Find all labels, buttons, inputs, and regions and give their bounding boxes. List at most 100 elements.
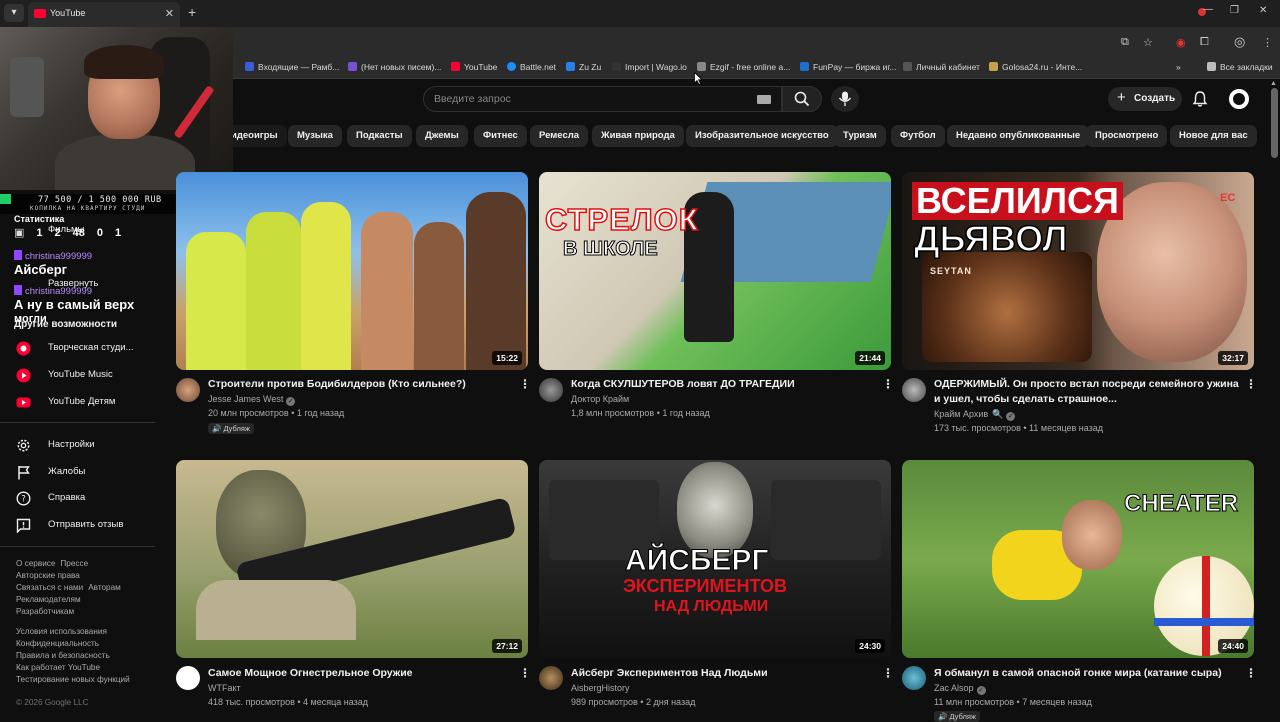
notifications-bell-icon[interactable] (1191, 90, 1209, 108)
window-close-icon[interactable]: ✕ (1259, 5, 1267, 16)
create-button[interactable]: + Создать (1108, 87, 1182, 111)
search-input[interactable]: Введите запрос (423, 86, 782, 112)
search-button[interactable] (782, 86, 822, 112)
chip-tourism[interactable]: Туризм (834, 125, 886, 147)
install-app-icon[interactable]: ⧉ (1121, 36, 1129, 49)
sidebar-item-label: Творческая студи... (48, 342, 134, 353)
bookmark-item[interactable]: Golosa24.ru - Инте... (989, 62, 1082, 72)
minimize-button[interactable]: — (1203, 4, 1213, 15)
sidebar-item-label: Жалобы (48, 466, 86, 477)
footer-link[interactable]: Разработчикам (16, 607, 74, 616)
account-avatar[interactable] (1229, 89, 1249, 109)
video-menu-icon[interactable]: ⋮ (1245, 378, 1257, 390)
chip-fitness[interactable]: Фитнес (474, 125, 527, 147)
video-menu-icon[interactable]: ⋮ (1245, 667, 1257, 679)
bookmark-item[interactable]: Входящие — Рамб... (245, 62, 339, 72)
extensions-puzzle-icon[interactable]: ⧠ (1200, 36, 1209, 49)
video-menu-icon[interactable]: ⋮ (519, 667, 531, 679)
twitch-badge-icon (14, 250, 22, 260)
video-menu-icon[interactable]: ⋮ (519, 378, 531, 390)
video-title[interactable]: Айсберг Экспериментов Над Людьми (571, 666, 871, 681)
video-thumbnail[interactable]: ВСЕЛИЛСЯ ДЬЯВОЛ SEYTAN EC 32:17 (902, 172, 1254, 370)
channel-name[interactable]: Zac Alsop ✓ (934, 683, 986, 695)
chip-wildlife[interactable]: Живая природа (592, 125, 684, 147)
footer-link[interactable]: Связаться с нами (16, 583, 83, 592)
channel-avatar[interactable] (539, 378, 563, 402)
video-title[interactable]: Я обманул в самой опасной гонке мира (ка… (934, 666, 1234, 681)
tab-list-button[interactable]: ▾ (4, 4, 24, 22)
footer-link[interactable]: Правила и безопасность (16, 651, 110, 660)
sidebar-divider (0, 422, 155, 423)
footer-link[interactable]: Как работает YouTube (16, 663, 100, 672)
scroll-up-icon[interactable]: ▲ (1270, 80, 1277, 87)
video-thumbnail[interactable]: СТРЕЛОК В ШКОЛЕ 21:44 (539, 172, 891, 370)
footer-link[interactable]: Авторам (88, 583, 121, 592)
channel-avatar[interactable] (902, 666, 926, 690)
chip-crafts[interactable]: Ремесла (530, 125, 589, 147)
footer-link[interactable]: Тестирование новых функций (16, 675, 130, 684)
bookmark-item[interactable]: (Нет новых писем)... (348, 62, 441, 72)
bookmark-item[interactable]: Ezgif - free online a... (697, 62, 790, 72)
chip-fine-arts[interactable]: Изобразительное искусство (686, 125, 838, 147)
bookmark-item[interactable]: Zu Zu (566, 62, 601, 72)
chip-new-for-you[interactable]: Новое для вас (1170, 125, 1257, 147)
new-tab-icon[interactable]: + (188, 4, 196, 20)
bookmark-item[interactable]: YouTube (451, 62, 497, 72)
video-thumbnail[interactable]: CHEATER 24:40 (902, 460, 1254, 658)
footer-link[interactable]: Рекламодателям (16, 595, 81, 604)
video-title[interactable]: ОДЕРЖИМЫЙ. Он просто встал посреди семей… (934, 377, 1244, 407)
footer-link[interactable]: Авторские права (16, 571, 80, 580)
keyboard-icon[interactable] (757, 95, 771, 104)
video-title[interactable]: Самое Мощное Огнестрельное Оружие (208, 666, 508, 681)
channel-name[interactable]: AisbergHistory (571, 683, 630, 693)
bookmark-item[interactable]: Import | Wago.io (612, 62, 687, 72)
chip-football[interactable]: Футбол (891, 125, 945, 147)
video-menu-icon[interactable]: ⋮ (882, 378, 894, 390)
chip-watched[interactable]: Просмотрено (1086, 125, 1168, 147)
channel-name[interactable]: WTFакт (208, 683, 241, 693)
thumb-caption-small: SEYTAN (930, 266, 972, 276)
bookmark-label: (Нет новых писем)... (361, 62, 442, 72)
restore-icon[interactable]: ❐ (1230, 5, 1239, 16)
browser-menu-icon[interactable]: ⋮ (1262, 36, 1273, 49)
verified-icon: ✓ (976, 686, 986, 695)
browser-tab-youtube[interactable]: YouTube ✕ (28, 2, 180, 27)
bookmark-star-icon[interactable]: ☆ (1143, 36, 1153, 49)
bookmark-label: Golosa24.ru - Инте... (1002, 62, 1083, 72)
all-bookmarks[interactable]: Все закладки (1207, 62, 1273, 72)
channel-avatar[interactable] (902, 378, 926, 402)
channel-name[interactable]: Крайм Архив 🔍 ✓ (934, 409, 1016, 421)
video-thumbnail[interactable]: АЙСБЕРГ ЭКСПЕРИМЕНТОВ НАД ЛЮДЬМИ 24:30 (539, 460, 891, 658)
chip-podcasts[interactable]: Подкасты (347, 125, 412, 147)
bookmark-item[interactable]: FunPay — биржа иг... (800, 62, 897, 72)
video-thumbnail[interactable]: 15:22 (176, 172, 528, 370)
bookmarks-overflow-icon[interactable]: » (1176, 62, 1181, 72)
channel-name[interactable]: Доктор Крайм (571, 394, 629, 404)
chip-music[interactable]: Музыка (288, 125, 342, 147)
channel-name[interactable]: Jesse James West ✓ (208, 394, 296, 406)
footer-link[interactable]: Условия использования (16, 627, 107, 636)
youtube-kids-icon (16, 397, 31, 408)
footer-link[interactable]: О сервисе (16, 559, 55, 568)
channel-avatar[interactable] (176, 378, 200, 402)
video-thumbnail[interactable]: 27:12 (176, 460, 528, 658)
page-scrollbar[interactable] (1271, 88, 1278, 158)
tab-close-icon[interactable]: ✕ (165, 7, 174, 20)
profile-icon[interactable]: ◎ (1234, 34, 1245, 50)
browser-tab-bar: ▾ YouTube ✕ + — ❐ ✕ (0, 0, 1280, 27)
footer-link[interactable]: Конфиденциальность (16, 639, 99, 648)
video-title[interactable]: Строители против Бодибилдеров (Кто сильн… (208, 377, 498, 392)
channel-avatar[interactable] (539, 666, 563, 690)
chip-jams[interactable]: Джемы (416, 125, 468, 147)
bookmark-item[interactable]: Battle.net (507, 62, 556, 72)
footer-link[interactable]: Прессе (60, 559, 88, 568)
thumb-figure (301, 202, 351, 370)
feedback-icon (16, 518, 31, 533)
bookmark-item[interactable]: Личный кабинет (903, 62, 980, 72)
video-title[interactable]: Когда СКУЛШУТЕРОВ ловят ДО ТРАГЕДИИ (571, 377, 871, 392)
video-menu-icon[interactable]: ⋮ (882, 667, 894, 679)
chip-recently-uploaded[interactable]: Недавно опубликованные (947, 125, 1090, 147)
voice-search-button[interactable] (831, 86, 859, 112)
channel-avatar[interactable] (176, 666, 200, 690)
extension-icon[interactable]: ◉ (1176, 36, 1186, 49)
